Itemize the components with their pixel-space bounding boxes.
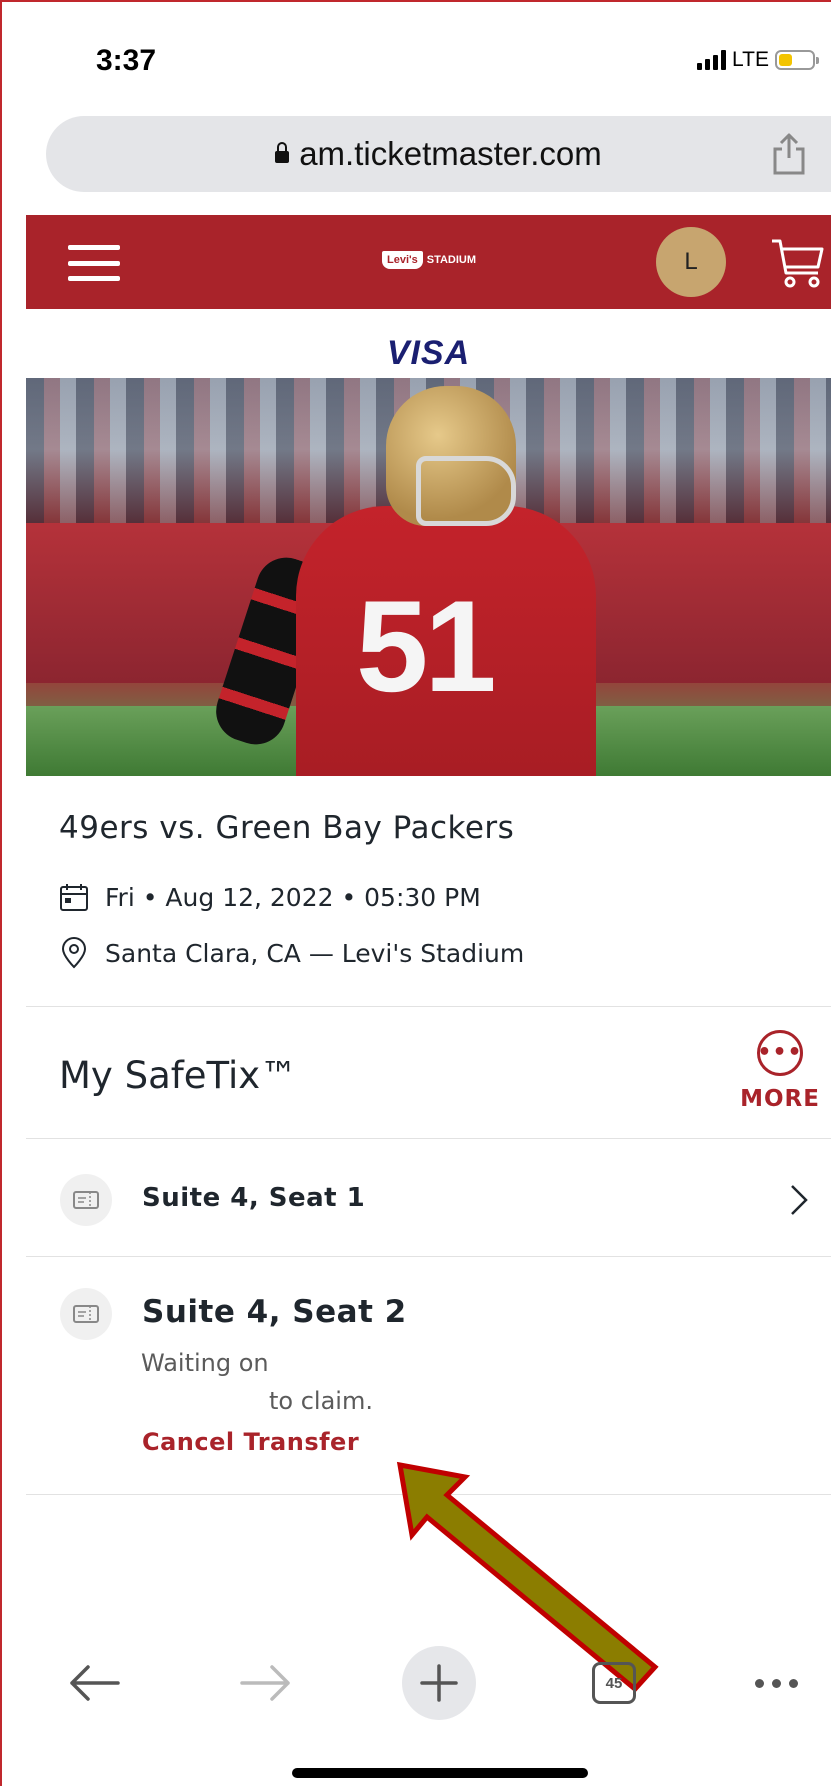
logo-venue: STADIUM — [426, 254, 477, 266]
status-indicators: LTE — [697, 48, 819, 72]
user-avatar[interactable]: L — [656, 227, 726, 297]
new-tab-button[interactable] — [402, 1642, 476, 1724]
event-title: 49ers vs. Green Bay Packers — [59, 810, 515, 846]
ticket-icon — [60, 1288, 112, 1340]
transfer-status: Waiting on to claim. — [141, 1344, 373, 1420]
arrow-right-icon — [240, 1665, 290, 1701]
event-date: Fri • Aug 12, 2022 • 05:30 PM — [105, 882, 481, 912]
status-time: 3:37 — [96, 44, 157, 77]
url-display[interactable]: am.ticketmaster.com — [275, 135, 602, 173]
divider — [26, 1138, 831, 1139]
sponsor-logo: VISA — [386, 334, 471, 372]
plus-icon — [420, 1664, 458, 1702]
share-icon[interactable] — [769, 132, 809, 176]
chevron-right-icon[interactable] — [788, 1182, 812, 1218]
divider — [26, 1256, 831, 1257]
event-location-row: Santa Clara, CA — Levi's Stadium — [59, 937, 524, 969]
arrow-left-icon — [70, 1665, 120, 1701]
more-label: MORE — [740, 1086, 820, 1112]
jersey-number: 51 — [356, 573, 497, 719]
more-dots-icon: ••• — [757, 1030, 803, 1076]
tabs-button[interactable]: 45 — [586, 1642, 642, 1724]
cart-icon[interactable] — [770, 235, 826, 291]
url-text: am.ticketmaster.com — [299, 135, 602, 172]
hamburger-icon[interactable] — [68, 245, 120, 281]
tabs-icon: 45 — [592, 1662, 636, 1704]
player-figure: 51 — [208, 386, 646, 776]
browser-toolbar: 45 — [26, 1642, 831, 1724]
home-indicator — [292, 1768, 588, 1778]
battery-icon — [775, 50, 819, 70]
more-button[interactable]: ••• MORE — [738, 1030, 822, 1112]
ticket-seat-2[interactable]: Suite 4, Seat 2 — [142, 1294, 407, 1330]
network-type: LTE — [732, 48, 769, 71]
transfer-status-line1: Waiting on — [141, 1349, 269, 1377]
back-button[interactable] — [64, 1642, 124, 1724]
hero-image: 51 — [26, 378, 831, 776]
signal-icon — [697, 50, 727, 70]
location-pin-icon — [61, 937, 87, 969]
site-header: Levi's STADIUM L — [26, 215, 831, 309]
calendar-icon — [60, 884, 88, 911]
status-bar: 3:37 LTE — [0, 0, 831, 110]
safetix-title: My SafeTix™ — [59, 1054, 298, 1097]
forward-button[interactable] — [236, 1642, 296, 1724]
ticket-seat-1[interactable]: Suite 4, Seat 1 — [142, 1183, 365, 1213]
cancel-transfer-link[interactable]: Cancel Transfer — [142, 1428, 359, 1456]
event-date-row: Fri • Aug 12, 2022 • 05:30 PM — [59, 882, 481, 912]
ticket-icon — [60, 1174, 112, 1226]
more-dots-icon[interactable] — [746, 1642, 806, 1724]
transfer-status-line2: to claim. — [269, 1387, 373, 1415]
event-location: Santa Clara, CA — Levi's Stadium — [105, 938, 525, 968]
lock-icon — [275, 142, 290, 163]
divider — [26, 1006, 831, 1007]
levis-stadium-logo[interactable]: Levi's STADIUM — [382, 251, 476, 269]
address-bar[interactable]: am.ticketmaster.com — [46, 116, 831, 192]
logo-brand: Levi's — [382, 251, 423, 269]
